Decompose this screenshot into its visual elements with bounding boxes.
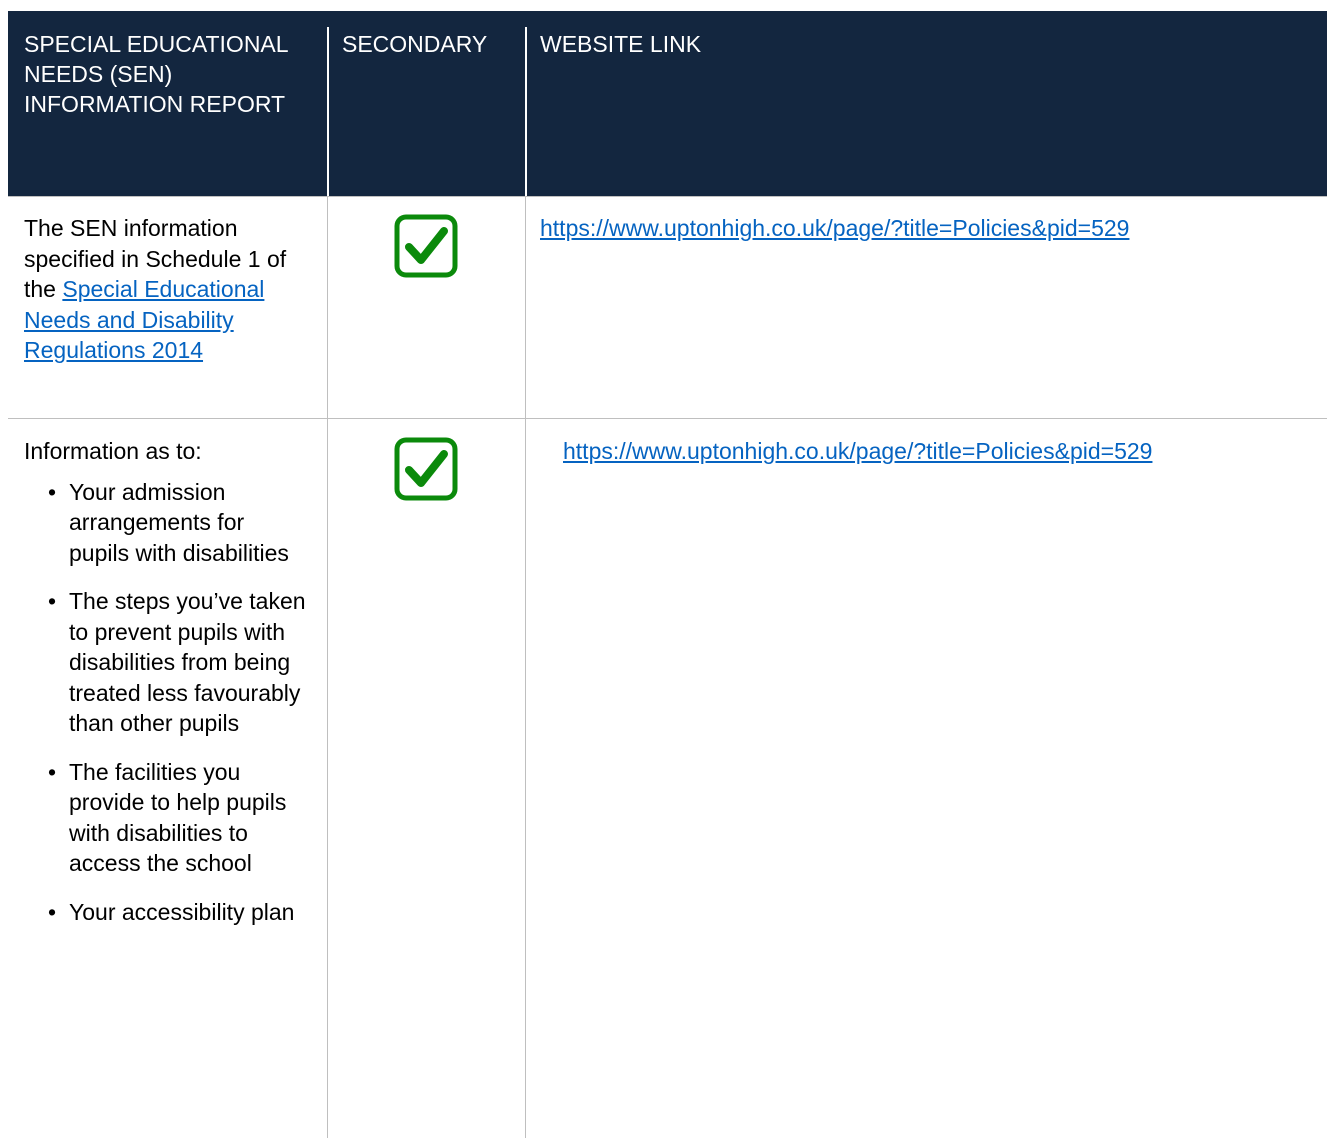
website-link-row-1[interactable]: https://www.uptonhigh.co.uk/page/?title=… [540,215,1129,241]
list-item: • Your admission arrangements for pupils … [48,478,289,566]
table-row-disability-information: Information as to: • Your admission arran… [24,436,309,945]
row-divider [8,418,1327,419]
table-header-row: SPECIAL EDUCATIONAL NEEDS (SEN) INFORMAT… [8,11,1327,196]
information-intro: Information as to: [24,438,202,464]
bullet-icon: • [48,478,57,505]
checkbox-checked-icon [394,437,458,501]
sen-information-table: SPECIAL EDUCATIONAL NEEDS (SEN) INFORMAT… [8,11,1327,1138]
header-secondary-label: SECONDARY [342,31,488,57]
bullet-icon: • [48,758,57,785]
row-divider [8,196,1327,197]
header-website-link-label: WEBSITE LINK [540,31,702,57]
header-cell-secondary: SECONDARY [328,11,526,196]
header-cell-sen-report: SPECIAL EDUCATIONAL NEEDS (SEN) INFORMAT… [8,11,328,196]
header-cell-website-link: WEBSITE LINK [526,11,1327,196]
table-row-sen-information: The SEN information specified in Schedul… [24,213,314,366]
bullet-icon: • [48,588,57,614]
list-item: • Your accessibility plan [24,897,309,928]
column-divider [327,196,328,1138]
column-divider [525,196,526,1138]
bullet-icon: • [48,898,57,925]
header-sen-report-label: SPECIAL EDUCATIONAL NEEDS (SEN) INFORMAT… [24,31,288,117]
list-item: • The facilities you provide to help pupi… [48,758,287,877]
list-item: • The steps you’ve taken to prevent pupil… [48,588,306,736]
disability-information-list: • Your admission arrangements for pupils … [24,477,309,928]
website-link-row-2[interactable]: https://www.uptonhigh.co.uk/page/?title=… [563,438,1152,464]
checkbox-checked-icon [394,214,458,278]
